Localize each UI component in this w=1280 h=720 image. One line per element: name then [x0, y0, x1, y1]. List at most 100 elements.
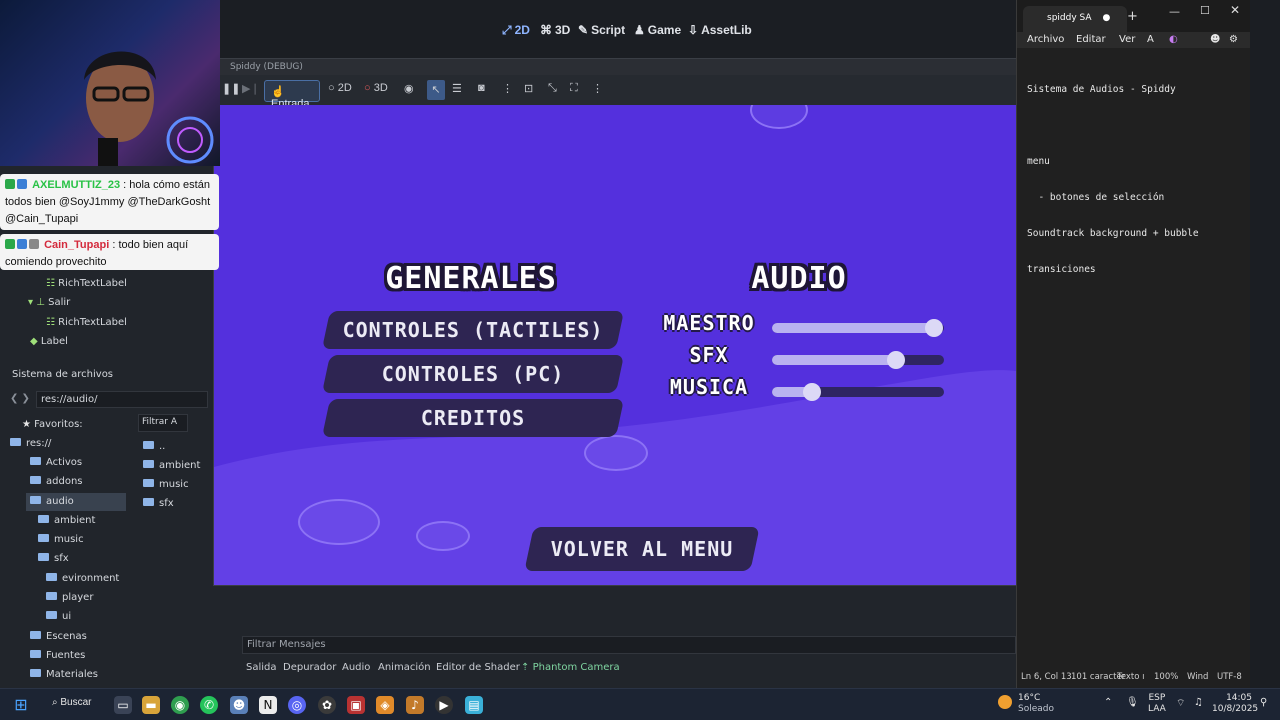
file-list-item[interactable]: sfx — [143, 495, 174, 513]
volver-al-menu-button[interactable]: VOLVER AL MENU — [524, 527, 760, 571]
notion-icon[interactable]: N — [259, 696, 277, 714]
tree-node[interactable]: ☷ RichTextLabel — [46, 275, 127, 293]
fl-studio-icon[interactable]: ♪ — [406, 696, 424, 714]
tree-folder[interactable]: Escenas — [30, 628, 87, 646]
tree-folder[interactable]: music — [38, 531, 84, 549]
mode-2d-toggle[interactable]: ○ 2D — [328, 82, 352, 100]
eye-icon[interactable]: ◉ — [404, 82, 414, 100]
mode-script-button[interactable]: ✎ Script — [578, 23, 625, 41]
tree-favorites[interactable]: ★ Favoritos: — [22, 416, 83, 434]
microphone-icon[interactable]: 🎙 — [1126, 697, 1139, 708]
blender-icon[interactable]: ◈ — [376, 696, 394, 714]
filter-messages-input[interactable]: Filtrar Mensajes — [242, 636, 1016, 654]
menu-ver[interactable]: Ver — [1119, 34, 1135, 45]
tree-folder[interactable]: ui — [46, 608, 71, 626]
file-list-item[interactable]: ambient — [143, 457, 200, 475]
list-icon[interactable]: ☰ — [452, 82, 462, 100]
creditos-button[interactable]: CREDITOS — [321, 399, 625, 437]
tray-chevron-icon[interactable]: ⌃ — [1104, 697, 1112, 708]
musica-slider[interactable] — [772, 383, 944, 401]
tree-folder-audio[interactable]: audio — [30, 493, 74, 511]
language-indicator[interactable]: ESP LAA — [1148, 693, 1166, 715]
settings-gear-icon[interactable]: ⚙ — [1229, 34, 1238, 45]
expand-icon[interactable]: ⤡ — [548, 82, 557, 100]
maximize-icon[interactable]: ☐ — [1200, 4, 1210, 17]
zoom-fit-icon[interactable]: ⊡ — [524, 82, 533, 100]
next-frame-icon[interactable]: ▶❘ — [242, 82, 260, 100]
chat-username[interactable]: Cain_Tupapi — [44, 239, 109, 251]
chatgpt-icon[interactable]: ✿ — [318, 696, 336, 714]
tree-folder[interactable]: sfx — [38, 550, 69, 568]
tab-shader-editor[interactable]: Editor de Shader — [436, 662, 520, 673]
mode-assetlib-button[interactable]: ⇩ AssetLib — [688, 23, 752, 41]
zoom-level[interactable]: 100% — [1154, 672, 1178, 682]
search-button[interactable]: ⌕ Buscar — [52, 697, 92, 708]
tree-folder[interactable]: Activos — [30, 454, 82, 472]
tree-folder[interactable]: ambient — [38, 512, 95, 530]
tab-phantom-camera[interactable]: ⇡ Phantom Camera — [521, 662, 620, 673]
tree-folder[interactable]: Materiales — [30, 666, 98, 684]
notepad-taskbar-icon[interactable]: ▤ — [465, 696, 483, 714]
more-options-icon[interactable]: ⋮ — [592, 82, 603, 100]
tab-animacion[interactable]: Animación — [378, 662, 431, 673]
discord-icon[interactable]: ◎ — [288, 696, 306, 714]
tree-node[interactable]: ☷ RichTextLabel — [46, 314, 127, 332]
more-icon[interactable]: ⋮ — [502, 82, 513, 100]
input-mode-button[interactable]: ☝ Entrada — [264, 80, 320, 110]
chat-username[interactable]: AXELMUTTIZ_23 — [32, 179, 120, 191]
new-tab-icon[interactable]: + — [1127, 9, 1138, 24]
tree-folder[interactable]: addons — [30, 473, 83, 491]
notepad-text-area[interactable]: Sistema de Audios - Spiddy menu - botone… — [1027, 60, 1247, 300]
tree-folder[interactable]: Fuentes — [30, 647, 85, 665]
file-explorer-icon[interactable]: ▬ — [142, 696, 160, 714]
maestro-slider[interactable] — [772, 319, 944, 337]
file-list-item[interactable]: music — [143, 476, 189, 494]
mode-3d-button[interactable]: ⌘ 3D — [540, 23, 570, 41]
close-icon[interactable]: ✕ — [1230, 3, 1240, 17]
controles-pc-button[interactable]: CONTROLES (PC) — [321, 355, 625, 393]
sfx-slider[interactable] — [772, 351, 944, 369]
tab-salida[interactable]: Salida — [246, 662, 277, 673]
slider-knob[interactable] — [802, 383, 821, 401]
menu-archivo[interactable]: Archivo — [1027, 34, 1064, 45]
chrome-icon[interactable]: ◉ — [171, 696, 189, 714]
menu-editar[interactable]: Editar — [1076, 34, 1106, 45]
mode-3d-toggle[interactable]: ○ 3D — [364, 82, 388, 100]
volume-icon[interactable]: ♫ — [1194, 697, 1203, 708]
tab-audio[interactable]: Audio — [342, 662, 370, 673]
select-arrow-icon[interactable]: ↖ — [427, 80, 445, 100]
tree-folder[interactable]: evironment — [46, 570, 119, 588]
task-view-icon[interactable]: ▭ — [114, 696, 132, 714]
slider-knob[interactable] — [924, 319, 943, 337]
tree-folder[interactable]: player — [46, 589, 93, 607]
format-icon[interactable]: A — [1147, 34, 1154, 45]
tab-depurador[interactable]: Depurador — [283, 662, 336, 673]
tree-folder[interactable]: res:// — [10, 435, 51, 453]
camera-icon[interactable]: ◙ — [478, 82, 485, 100]
mode-game-button[interactable]: ♟ Game — [634, 23, 681, 41]
weather-widget[interactable]: 16°C Soleado — [1018, 693, 1054, 715]
godot-icon[interactable]: ☻ — [230, 696, 248, 714]
windows-start-icon[interactable]: ⊞ — [12, 696, 30, 714]
file-list-item[interactable]: .. — [143, 438, 165, 456]
slider-knob[interactable] — [886, 351, 905, 369]
pause-icon[interactable]: ❚❚ — [222, 82, 240, 100]
mode-2d-button[interactable]: ⤢ 2D — [502, 23, 530, 41]
clock[interactable]: 14:05 10/8/2025 — [1212, 693, 1258, 715]
account-icon[interactable]: ☻ — [1210, 34, 1220, 45]
notifications-icon[interactable]: ⚲ — [1260, 697, 1267, 708]
path-field[interactable]: res://audio/ — [36, 391, 208, 408]
media-player-icon[interactable]: ▶ — [435, 696, 453, 714]
copilot-icon[interactable]: ◐ — [1169, 34, 1178, 45]
minimize-icon[interactable]: — — [1169, 5, 1180, 18]
nav-arrows-icon[interactable]: ❮ ❯ — [10, 390, 30, 408]
obs-streamer-icon[interactable]: ▣ — [347, 696, 365, 714]
fullscreen-icon[interactable]: ⛶ — [570, 82, 578, 100]
file-filter-input[interactable]: Filtrar A — [138, 414, 188, 432]
tree-node[interactable]: ◆ Label — [30, 333, 68, 351]
notepad-tab[interactable]: spiddy SA ● — [1023, 6, 1127, 32]
tree-node[interactable]: ▾ ⊥ Salir — [28, 294, 70, 312]
wifi-icon[interactable]: ⌔ — [1176, 697, 1185, 710]
whatsapp-icon[interactable]: ✆ — [200, 696, 218, 714]
controles-tactiles-button[interactable]: CONTROLES (TACTILES) — [321, 311, 625, 349]
